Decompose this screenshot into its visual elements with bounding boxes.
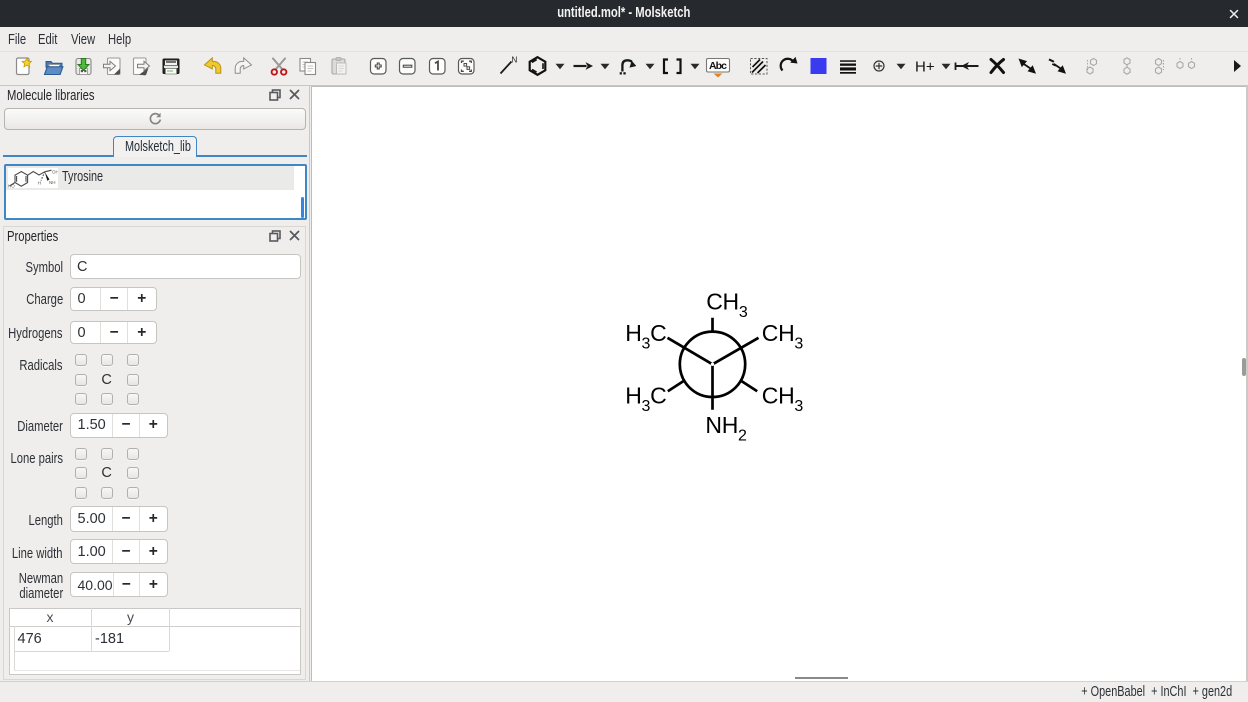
svg-text:H: H	[38, 180, 41, 185]
svg-text:NH2: NH2	[705, 412, 747, 445]
svg-text:H+: H+	[915, 58, 935, 75]
svg-text:NH: NH	[49, 180, 56, 185]
svg-text:N: N	[512, 56, 518, 65]
svg-text:OH: OH	[52, 169, 58, 174]
svg-text:H3C: H3C	[625, 383, 666, 416]
svg-text:CH3: CH3	[762, 383, 804, 416]
svg-text:CH3: CH3	[762, 320, 804, 353]
svg-text:CH3: CH3	[706, 289, 748, 322]
svg-text:H3C: H3C	[625, 320, 666, 353]
svg-text:HO: HO	[8, 183, 15, 188]
svg-text:Abc: Abc	[709, 60, 727, 72]
